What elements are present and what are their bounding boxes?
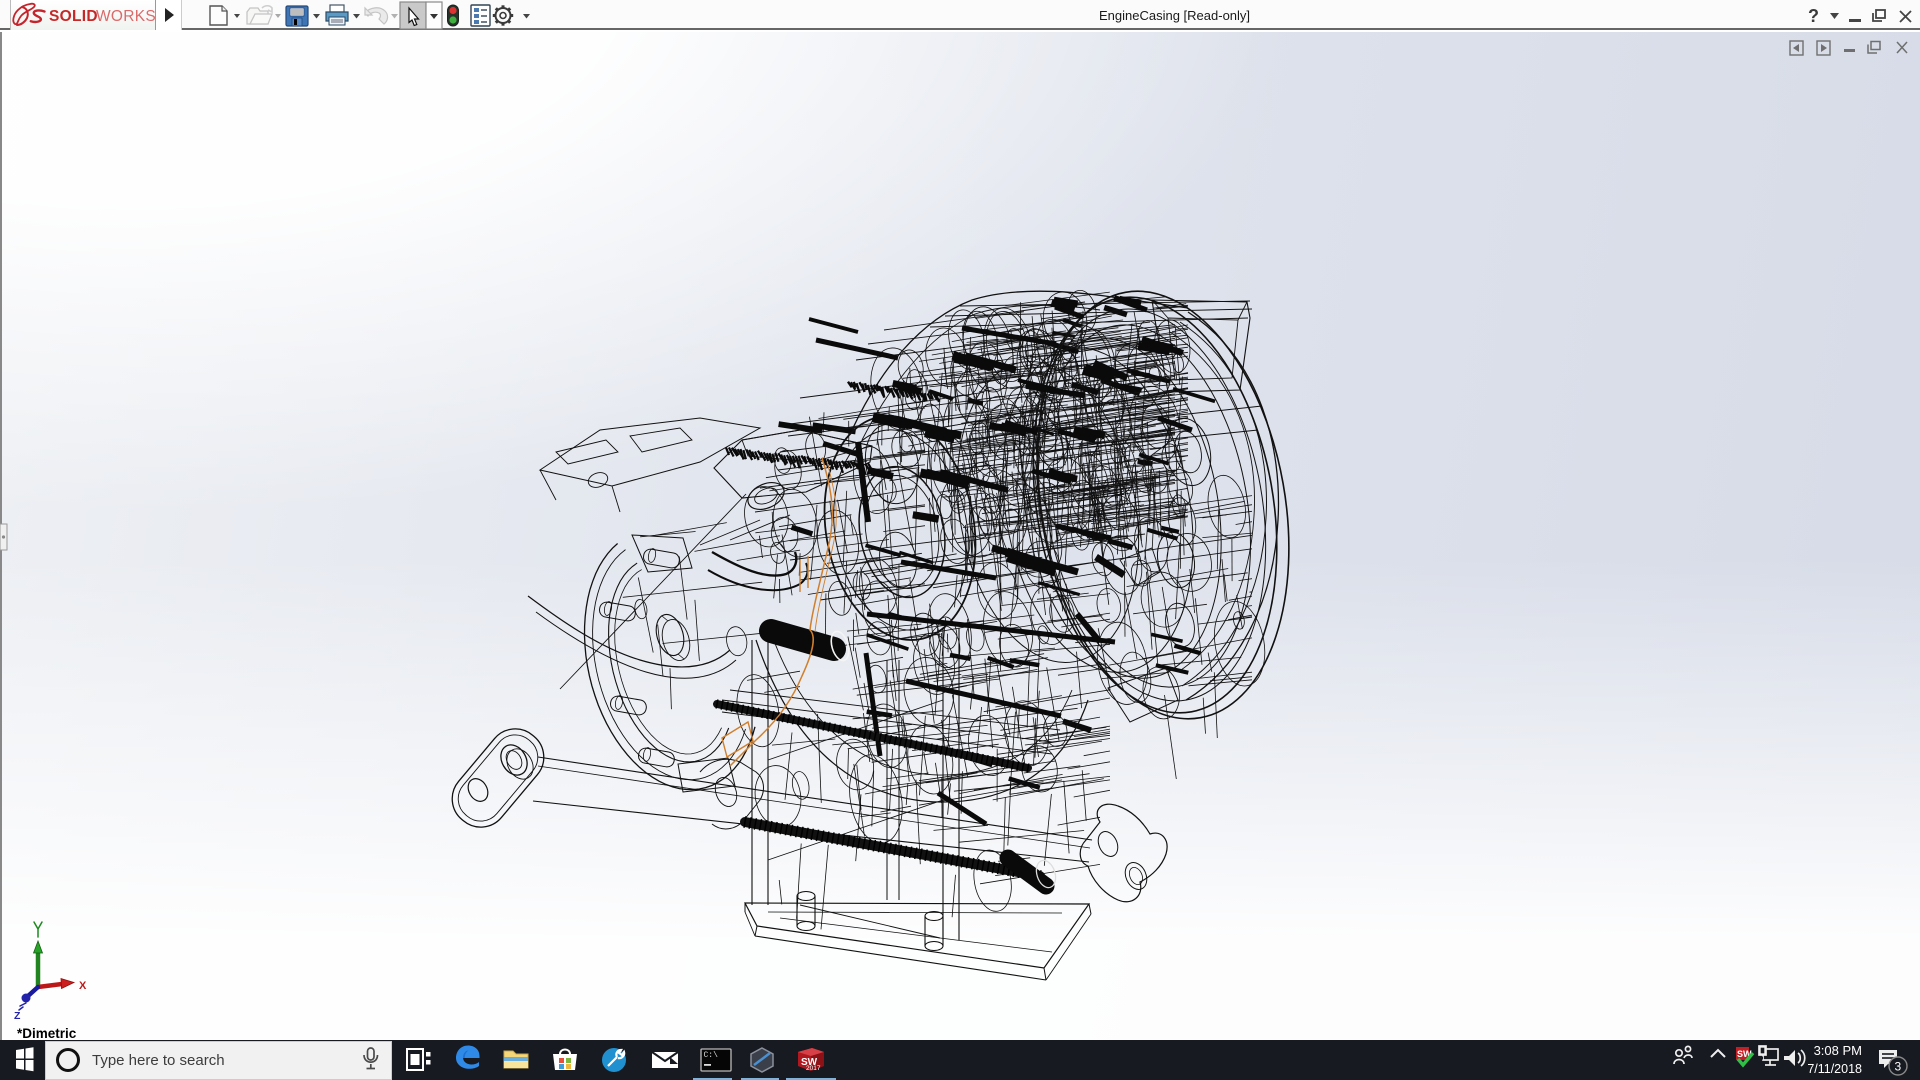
svg-text:3: 3 [1895,1060,1902,1074]
svg-text:2017: 2017 [806,1065,821,1072]
svg-text:C:\: C:\ [704,1051,719,1060]
svg-text:X: X [79,980,87,992]
svg-text:WORKS: WORKS [96,8,156,25]
svg-text:?: ? [1808,6,1819,26]
svg-text:Z: Z [14,1010,21,1022]
svg-text:SOLID: SOLID [49,8,98,25]
